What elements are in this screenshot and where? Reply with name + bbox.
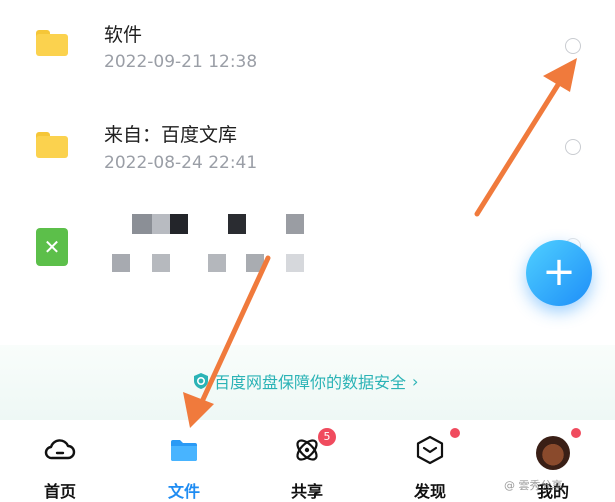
- tab-label: 首页: [43, 482, 76, 501]
- file-date: 2022-08-24 22:41: [104, 153, 258, 173]
- add-button[interactable]: +: [526, 240, 592, 306]
- chevron-right-icon: ›: [412, 371, 419, 391]
- file-name: 来自：百度文库: [104, 124, 238, 146]
- watermark: @ 雲秀分享: [504, 479, 563, 492]
- select-radio[interactable]: [565, 38, 581, 54]
- home-cloud-icon: [44, 434, 76, 466]
- tab-label: 发现: [413, 482, 446, 501]
- file-date: 2022-09-21 12:38: [104, 52, 258, 72]
- share-count-badge: 5: [318, 428, 336, 446]
- discover-notification-dot: [450, 428, 460, 438]
- tab-label: 共享: [290, 482, 323, 501]
- file-list: 软件 2022-09-21 12:38 来自：百度文库 2022-08-24 2…: [0, 0, 615, 340]
- folder-icon: [36, 30, 68, 56]
- file-name: 软件: [104, 24, 143, 46]
- mine-notification-dot: [571, 428, 581, 438]
- select-radio[interactable]: [565, 139, 581, 155]
- list-item[interactable]: 软件 2022-09-21 12:38: [0, 10, 615, 110]
- discover-cube-icon: [414, 434, 446, 466]
- folder-icon: [36, 132, 68, 158]
- shield-icon: [192, 372, 210, 390]
- tab-home[interactable]: 首页: [20, 420, 100, 501]
- banner-text: 百度网盘保障你的数据安全: [214, 373, 407, 392]
- excel-icon: ✕: [36, 228, 68, 266]
- tab-files[interactable]: 文件: [144, 420, 224, 501]
- avatar[interactable]: [536, 436, 570, 470]
- security-banner-content[interactable]: 百度网盘保障你的数据安全 ›: [192, 370, 418, 392]
- folder-icon: [168, 434, 200, 466]
- tab-label: 文件: [167, 482, 200, 501]
- list-item[interactable]: 来自：百度文库 2022-08-24 22:41: [0, 112, 615, 212]
